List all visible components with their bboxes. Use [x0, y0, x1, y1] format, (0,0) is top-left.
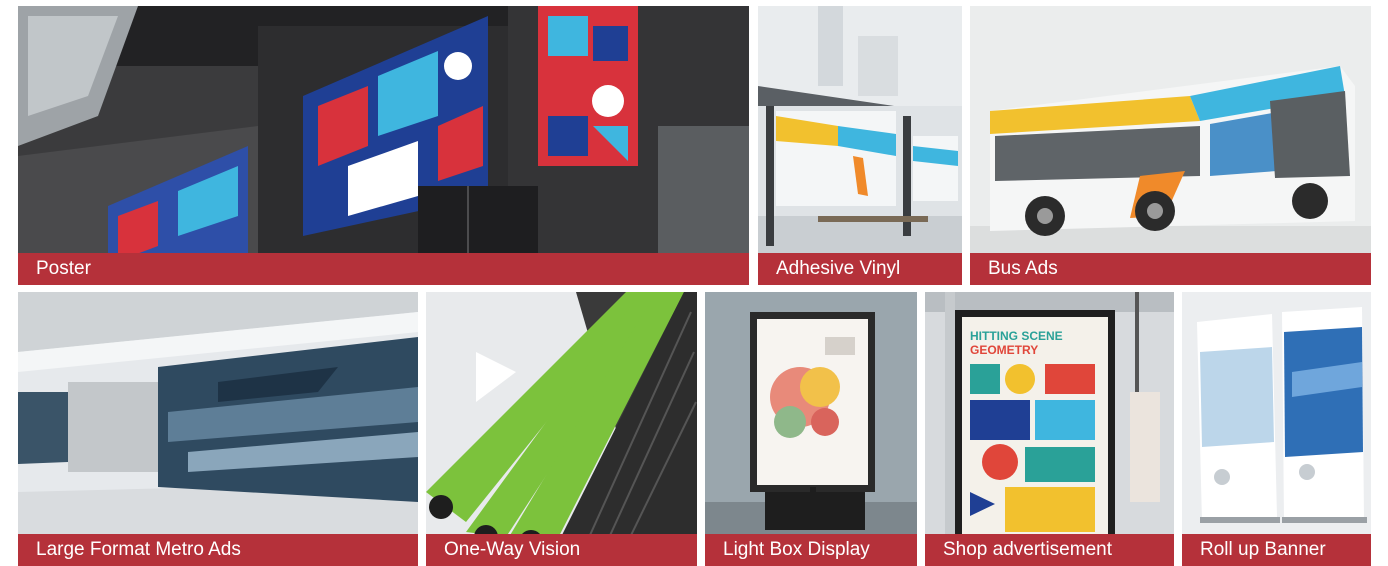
bus-ads-caption: Bus Ads	[970, 253, 1371, 285]
metro-ads-caption: Large Format Metro Ads	[18, 534, 418, 566]
metro-ads-photo	[18, 292, 418, 566]
roll-up-banner-tile[interactable]: Roll up Banner	[1182, 292, 1371, 566]
shop-poster-line2: GEOMETRY	[970, 343, 1038, 357]
light-box-display-tile[interactable]: Light Box Display	[705, 292, 917, 566]
shop-ad-caption: Shop advertisement	[925, 534, 1174, 566]
light-box-caption: Light Box Display	[705, 534, 917, 566]
shop-poster-line1: HITTING SCENE	[970, 329, 1063, 343]
large-format-metro-ads-tile[interactable]: Large Format Metro Ads	[18, 292, 418, 566]
one-way-vision-caption: One-Way Vision	[426, 534, 697, 566]
adhesive-vinyl-caption: Adhesive Vinyl	[758, 253, 962, 285]
bus-ads-tile[interactable]: Bus Ads	[970, 6, 1371, 285]
poster-tile[interactable]: Poster	[18, 6, 749, 285]
shop-advertisement-tile[interactable]: HITTING SCENE GEOMETRY Shop advertisemen…	[925, 292, 1174, 566]
adhesive-vinyl-photo	[758, 6, 962, 285]
roll-up-banner-caption: Roll up Banner	[1182, 534, 1371, 566]
poster-caption: Poster	[18, 253, 749, 285]
shop-ad-photo: HITTING SCENE GEOMETRY	[925, 292, 1174, 566]
bus-ads-photo	[970, 6, 1371, 285]
adhesive-vinyl-tile[interactable]: Adhesive Vinyl	[758, 6, 962, 285]
roll-up-banner-photo	[1182, 292, 1371, 566]
one-way-vision-tile[interactable]: One-Way Vision	[426, 292, 697, 566]
poster-photo	[18, 6, 749, 285]
light-box-photo	[705, 292, 917, 566]
one-way-vision-photo	[426, 292, 697, 566]
